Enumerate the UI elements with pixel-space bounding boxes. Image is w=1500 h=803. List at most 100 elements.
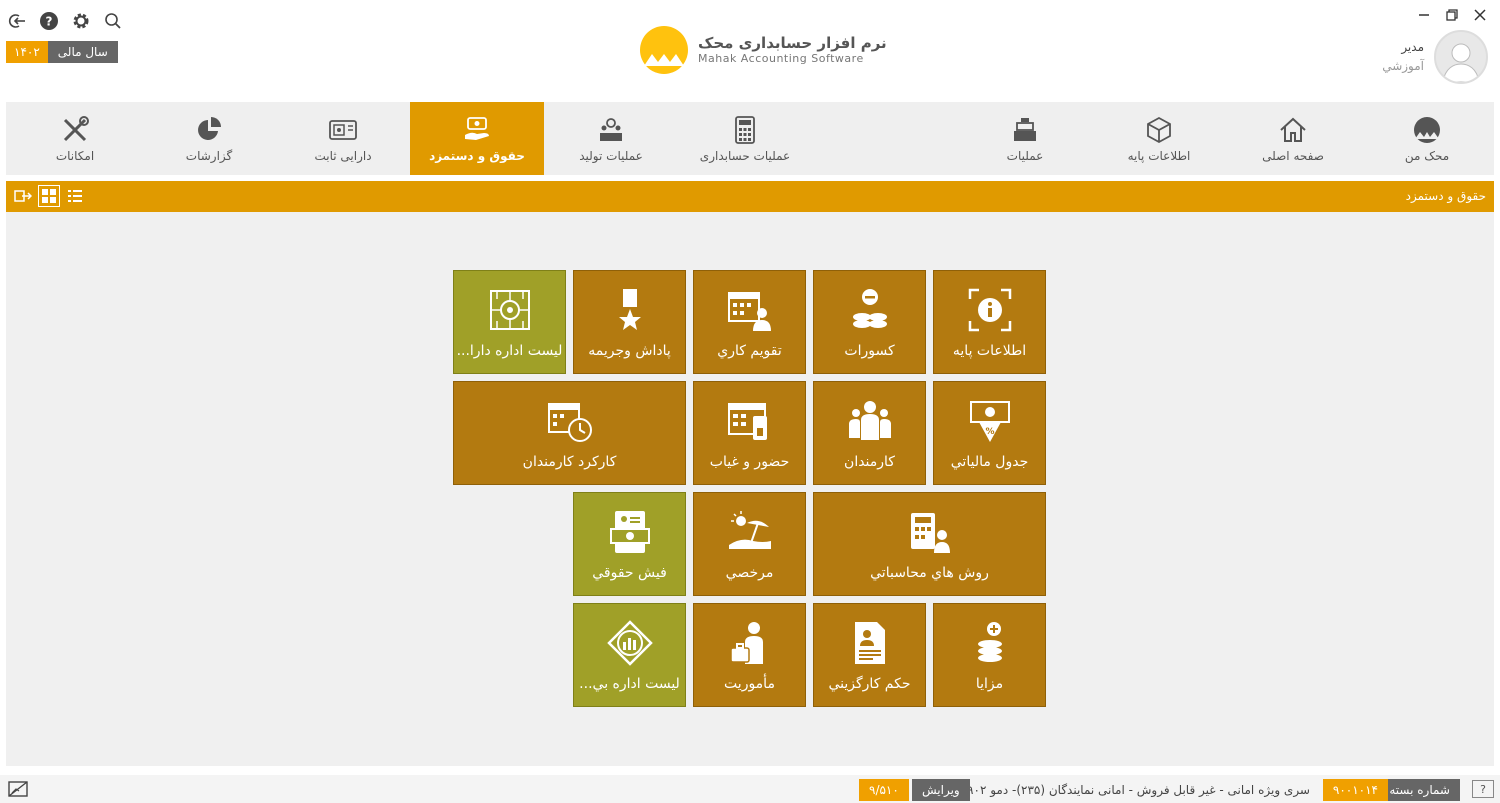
restore-icon[interactable] (1438, 4, 1466, 26)
nav-item-label: عملیات تولید (579, 148, 643, 163)
tile-finance-list[interactable]: ليست اداره دارا... (453, 270, 566, 374)
search-icon[interactable] (102, 10, 124, 32)
breadcrumb: حقوق و دستمزد (1405, 189, 1486, 203)
tile-label: مأموريت (724, 676, 775, 692)
user-avatar-icon (1442, 43, 1480, 82)
tile-insurance-list[interactable]: ليست اداره بي... (573, 603, 686, 707)
nav-item-reports[interactable]: گزارشات (142, 102, 276, 175)
fiscal-year-value: ۱۴۰۲ (6, 41, 48, 63)
tile-tax-table[interactable]: % جدول مالياتي (933, 381, 1046, 485)
tile-benefits[interactable]: مزايا (933, 603, 1046, 707)
package-value: ۹۰۰۱۰۱۴ (1322, 779, 1388, 801)
minimize-icon[interactable] (1410, 4, 1438, 26)
app-logo: نرم افزار حسابداری محک Mahak Accounting … (638, 24, 887, 76)
tile-label: روش هاي محاسباتي (870, 565, 989, 581)
tile-leave[interactable]: مرخصي (693, 492, 806, 596)
nav-item-label: صفحه اصلی (1262, 148, 1324, 163)
medal-icon (618, 289, 641, 330)
list-view-icon[interactable] (64, 185, 86, 207)
tile-reward-penalty[interactable]: پاداش وجريمه (573, 270, 686, 374)
nav-item-label: محک من (1404, 148, 1450, 163)
tile-label: مرخصي (725, 565, 774, 581)
tile-mission[interactable]: مأموريت (693, 603, 806, 707)
tile-employees[interactable]: کارمندان (813, 381, 926, 485)
tile-base-info[interactable]: اطلاعات پايه (933, 270, 1046, 374)
tile-payslip[interactable]: فيش حقوقي (573, 492, 686, 596)
coins-plus-icon (977, 622, 1002, 662)
salary-icon (465, 116, 489, 140)
calendar-clock-icon (547, 403, 592, 442)
nav-item-my-mahak[interactable]: محک من (1360, 102, 1494, 175)
status-help-button[interactable]: ? (1472, 780, 1494, 798)
nav-item-fixed-assets[interactable]: دارایی ثابت (276, 102, 410, 175)
tile-label: کارکرد کارمندان (522, 454, 617, 470)
nav-item-label: امکانات (55, 148, 95, 163)
calendar-person-icon (727, 292, 771, 331)
tile-employment-decree[interactable]: حکم کارگزيني (813, 603, 926, 707)
tile-label: مزايا (975, 676, 1004, 692)
avatar[interactable] (1434, 30, 1488, 84)
tile-label: کسورات (844, 343, 895, 359)
nav-item-home[interactable]: صفحه اصلی (1226, 102, 1360, 175)
user-name: مدیر (1401, 39, 1424, 54)
nav-item-tools[interactable]: امکانات (8, 102, 142, 175)
nav-item-payroll[interactable]: حقوق و دستمزد (410, 102, 544, 175)
fiscal-year-label: سال مالی (47, 41, 118, 63)
tile-work-calendar[interactable]: تقويم کاري (693, 270, 806, 374)
factory-icon (600, 117, 622, 141)
package-label: شماره بسته (1379, 779, 1460, 801)
series-text: سری ویژه امانی - غیر قابل فروش - امانی ن… (967, 783, 1310, 797)
nav-item-base-info[interactable]: اطلاعات پایه (1092, 102, 1226, 175)
user-role: آموزشي (1382, 59, 1424, 73)
logo-title-fa: نرم افزار حسابداری محک (698, 34, 887, 53)
tile-label: ليست اداره بي... (579, 676, 680, 692)
mahak-icon (1414, 116, 1440, 143)
close-icon[interactable] (1466, 4, 1494, 26)
no-image-icon[interactable] (8, 780, 28, 798)
tile-deductions[interactable]: کسورات (813, 270, 926, 374)
tile-label: کارمندان (844, 454, 895, 470)
briefcase-person-icon (729, 622, 763, 664)
nav-item-production[interactable]: عملیات تولید (544, 102, 678, 175)
nav-item-label: حقوق و دستمزد (429, 148, 525, 163)
tile-label: تقويم کاري (717, 343, 782, 359)
cash-register-icon (1014, 117, 1036, 141)
nav-item-label: دارایی ثابت (314, 148, 372, 163)
payslip-icon (609, 511, 650, 553)
export-view-icon[interactable] (12, 185, 34, 207)
beach-icon (728, 511, 771, 549)
tile-label: حضور و غياب (709, 454, 790, 470)
tile-view-icon[interactable] (38, 185, 60, 207)
breadcrumb-bar: حقوق و دستمزد (6, 181, 1494, 212)
quick-tools: ? (6, 10, 124, 32)
nav-item-accounting[interactable]: عملیات حسابداری (678, 102, 812, 175)
tile-label: فيش حقوقي (592, 565, 667, 581)
attendance-icon (727, 403, 767, 440)
nav-item-operations[interactable]: عملیات (958, 102, 1092, 175)
tile-label: پاداش وجريمه (588, 343, 671, 359)
main-nav: محک من صفحه اصلی اطلاعات پایه عملیات عمل… (6, 102, 1494, 175)
mahak-logo-icon (640, 26, 688, 74)
nav-item-label: عملیات حسابداری (699, 148, 791, 163)
tiles-area: اطلاعات پايه کسورات تقويم کاري پاداش وجر… (6, 212, 1494, 766)
document-person-icon (854, 622, 885, 664)
tile-label: اطلاعات پايه (952, 343, 1027, 359)
fiscal-year-badge[interactable]: ۱۴۰۲ سال مالی (6, 41, 118, 63)
logout-icon[interactable] (6, 10, 28, 32)
help-icon[interactable]: ? (38, 10, 60, 32)
gear-icon[interactable] (70, 10, 92, 32)
nav-item-label: عملیات (1006, 148, 1044, 163)
user-profile[interactable]: مدیر آموزشي (1382, 30, 1488, 84)
tile-employee-performance[interactable]: کارکرد کارمندان (453, 381, 686, 485)
coins-minus-icon (852, 289, 887, 328)
nav-item-label: اطلاعات پایه (1127, 148, 1191, 163)
chart-icon (198, 116, 221, 140)
tile-calc-methods[interactable]: روش هاي محاسباتي (813, 492, 1046, 596)
version-value: ۹/۵۱۰ (859, 779, 909, 801)
safe-icon (329, 119, 357, 140)
chip-icon (489, 290, 530, 330)
nav-item-label: گزارشات (185, 148, 233, 163)
version-label: ویرایش (912, 779, 970, 801)
tools-icon (63, 115, 89, 141)
tile-attendance[interactable]: حضور و غياب (693, 381, 806, 485)
